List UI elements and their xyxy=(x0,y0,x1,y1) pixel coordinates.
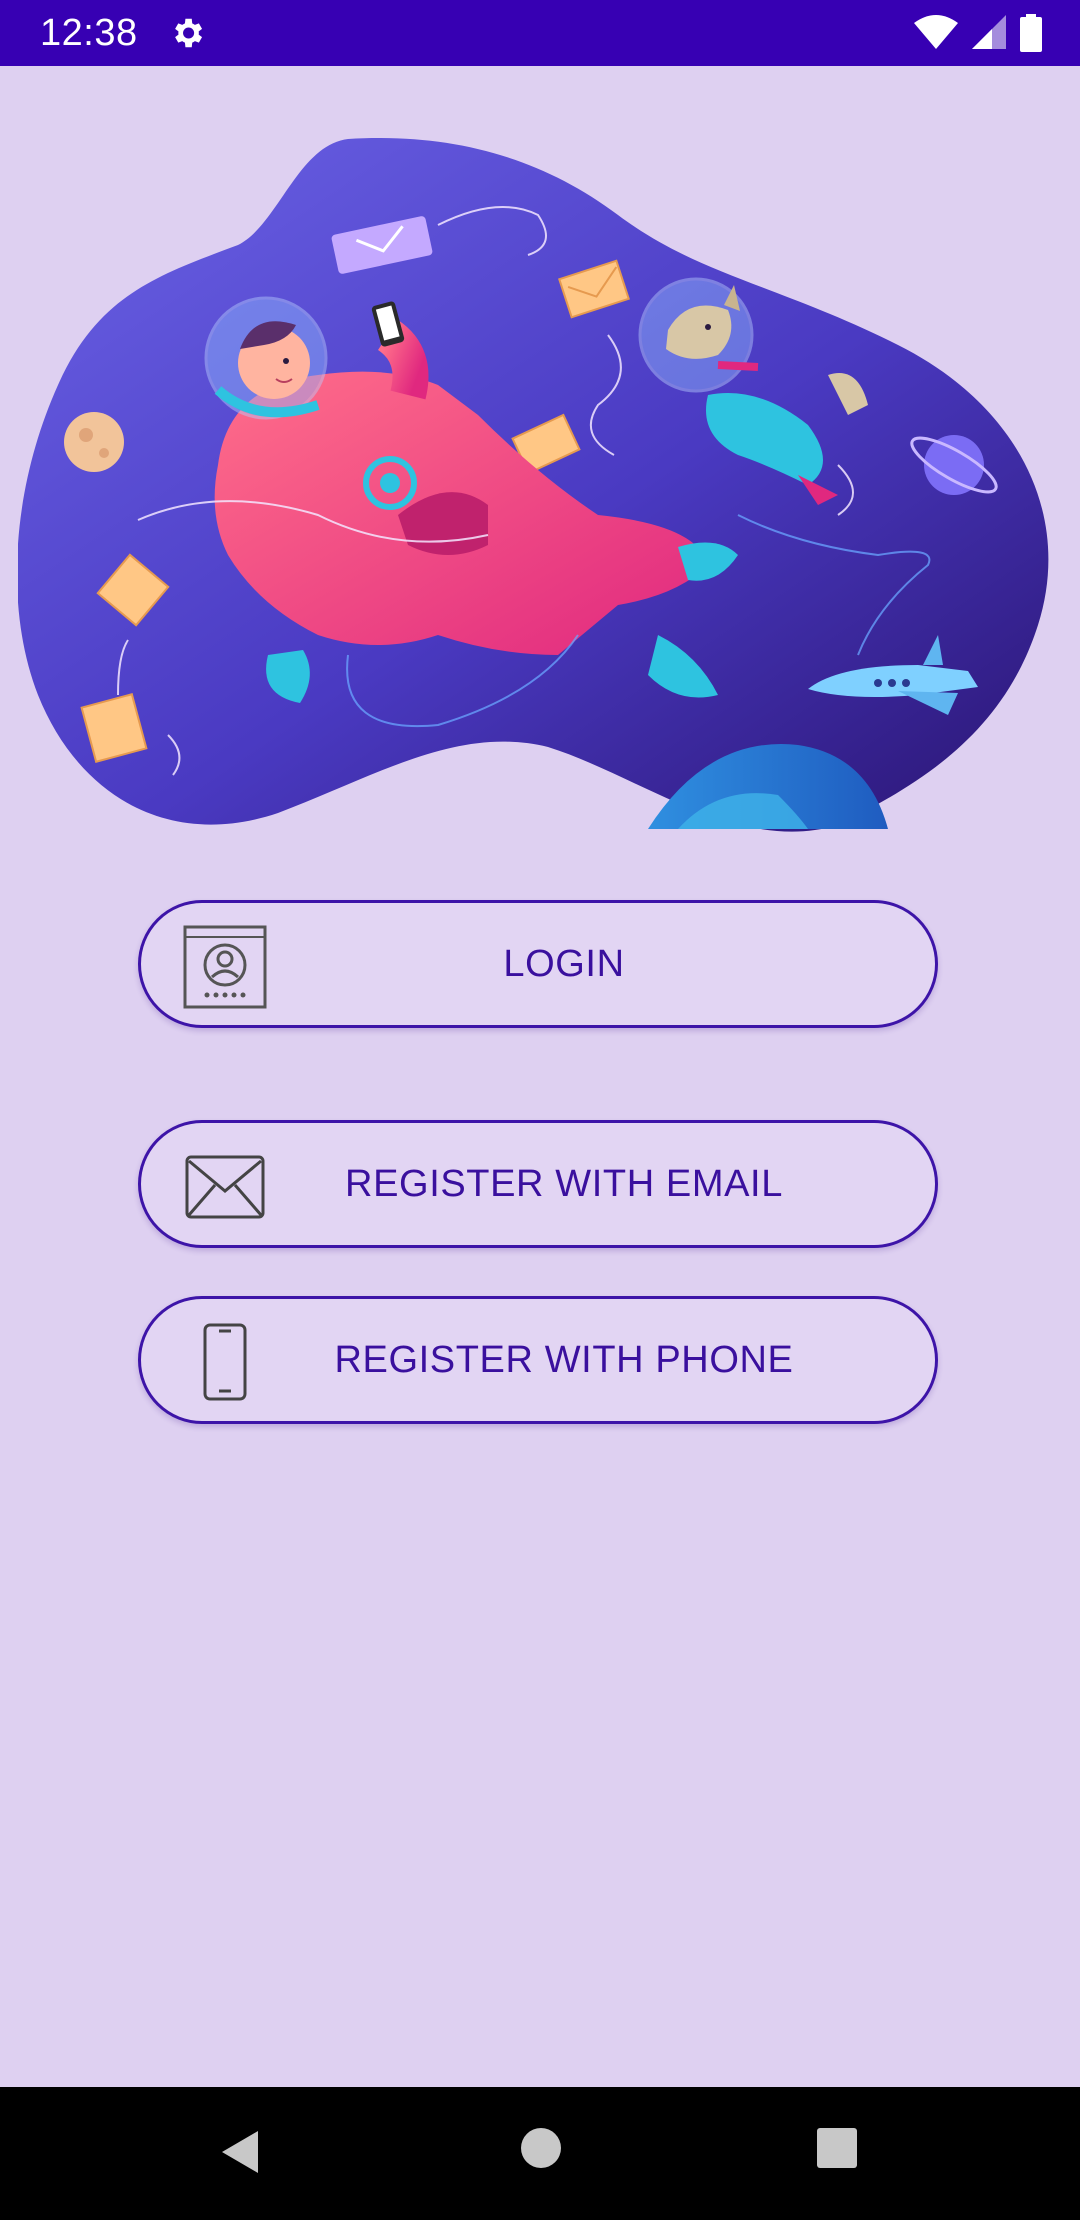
settings-gear-icon xyxy=(175,18,203,48)
login-button[interactable]: LOGIN xyxy=(138,900,938,1028)
back-icon[interactable] xyxy=(218,2127,262,2177)
hero-illustration xyxy=(18,138,1049,832)
signal-icon xyxy=(972,15,1006,49)
recents-icon[interactable] xyxy=(816,2127,858,2169)
register-email-button[interactable]: REGISTER WITH EMAIL xyxy=(138,1120,938,1248)
navigation-bar xyxy=(0,2087,1080,2220)
wifi-icon xyxy=(914,15,958,49)
home-icon[interactable] xyxy=(520,2127,562,2169)
login-label: LOGIN xyxy=(503,942,625,985)
register-phone-label: REGISTER WITH PHONE xyxy=(334,1338,794,1381)
battery-icon xyxy=(1020,14,1042,52)
register-email-label: REGISTER WITH EMAIL xyxy=(345,1162,783,1205)
status-bar: 12:38 xyxy=(0,0,1080,66)
status-time: 12:38 xyxy=(40,12,138,54)
register-phone-button[interactable]: REGISTER WITH PHONE xyxy=(138,1296,938,1424)
